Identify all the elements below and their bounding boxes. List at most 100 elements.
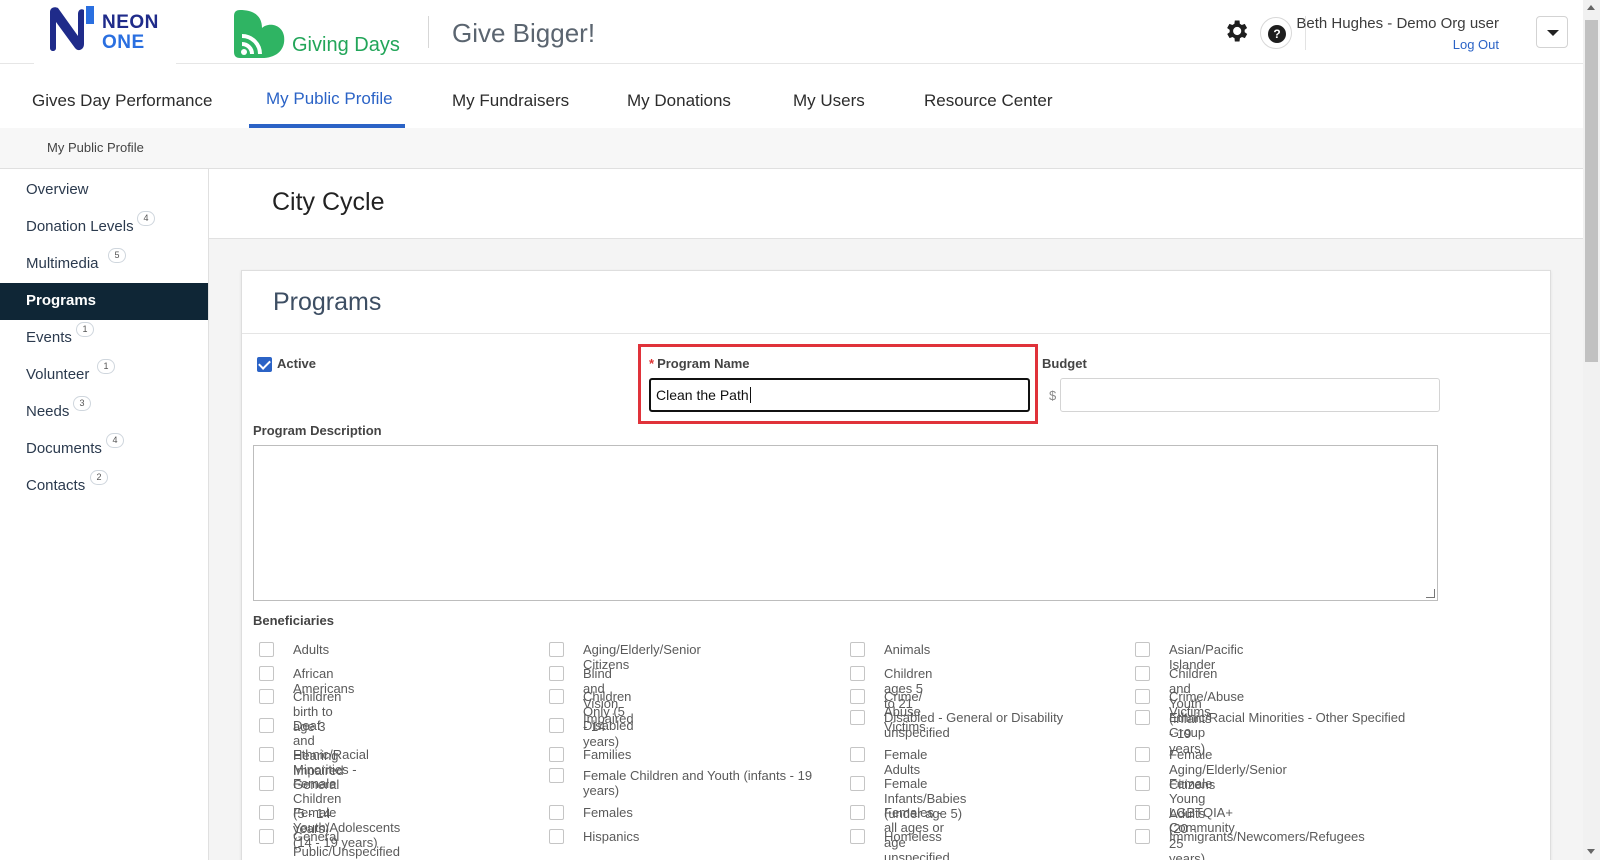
page-scrollbar[interactable] <box>1583 0 1600 860</box>
checkbox-box[interactable] <box>850 689 865 704</box>
sidebar-item-label: Documents <box>26 440 102 457</box>
checkbox-box[interactable] <box>1135 747 1150 762</box>
count-badge: 1 <box>76 322 94 337</box>
scroll-up-arrow-icon[interactable] <box>1587 5 1595 10</box>
beneficiary-label: Female Adults <box>884 747 928 777</box>
sidebar-item-events[interactable]: Events 1 <box>0 320 208 357</box>
checkbox-box[interactable] <box>549 805 564 820</box>
nav-gives-day-performance[interactable]: Gives Day Performance <box>32 91 212 111</box>
checkbox-box[interactable] <box>1135 710 1150 725</box>
logout-link[interactable]: Log Out <box>1453 37 1499 52</box>
count-badge: 1 <box>97 359 115 374</box>
checkbox-box[interactable] <box>549 689 564 704</box>
beneficiary-label: Animals <box>884 642 931 657</box>
beneficiary-label: Disabled <box>583 718 634 733</box>
top-header: NEON ONE Giving Days Give Bigger! ? Beth… <box>0 0 1583 64</box>
checkbox-box[interactable] <box>259 776 274 791</box>
active-checkbox[interactable] <box>257 357 272 372</box>
checkbox-box[interactable] <box>1135 689 1150 704</box>
beneficiary-label: Hispanics <box>583 829 640 844</box>
sidebar-item-overview[interactable]: Overview <box>0 172 208 209</box>
sidebar-item-label: Contacts <box>26 477 86 494</box>
checkbox-box[interactable] <box>1135 805 1150 820</box>
sidebar-item-contacts[interactable]: Contacts 2 <box>0 468 208 505</box>
checkbox-box[interactable] <box>850 805 865 820</box>
active-label[interactable]: Active <box>277 356 316 371</box>
checkbox-box[interactable] <box>1135 666 1150 681</box>
sidebar-item-volunteer[interactable]: Volunteer 1 <box>0 357 208 394</box>
checkbox-box[interactable] <box>850 666 865 681</box>
checkbox-box[interactable] <box>259 718 274 733</box>
count-badge: 3 <box>73 396 91 411</box>
sidebar-item-documents[interactable]: Documents 4 <box>0 431 208 468</box>
checkbox-box[interactable] <box>850 776 865 791</box>
help-button[interactable]: ? <box>1260 17 1292 49</box>
nav-my-donations[interactable]: My Donations <box>627 91 731 111</box>
nav-resource-center[interactable]: Resource Center <box>924 91 1053 111</box>
neon-one-wordmark: NEON ONE <box>102 12 159 53</box>
beneficiary-label: Ethnic/Racial Minorities - Other Specifi… <box>1169 710 1406 740</box>
resize-handle-icon[interactable] <box>1426 589 1435 598</box>
nav-my-users[interactable]: My Users <box>793 91 865 111</box>
checkbox-box[interactable] <box>259 642 274 657</box>
sidebar: Overview Donation Levels 4 Multimedia 5 … <box>0 169 209 860</box>
budget-input[interactable] <box>1060 378 1440 412</box>
breadcrumb[interactable]: My Public Profile <box>47 140 144 155</box>
giving-days-wordmark: Giving Days <box>292 34 400 56</box>
checkbox-box[interactable] <box>549 718 564 733</box>
sidebar-item-label: Programs <box>26 292 97 309</box>
checkbox-box[interactable] <box>549 829 564 844</box>
checkbox-box[interactable] <box>549 642 564 657</box>
sidebar-item-label: Overview <box>26 181 89 198</box>
beneficiary-label: Disabled - General or Disability unspeci… <box>884 710 1064 740</box>
sidebar-item-label: Events <box>26 329 72 346</box>
main-content: City Cycle Programs Active * Program Name… <box>209 169 1583 860</box>
checkbox-box[interactable] <box>1135 829 1150 844</box>
scrollbar-thumb[interactable] <box>1585 20 1598 362</box>
giving-days-logo-icon <box>234 10 285 58</box>
scroll-down-arrow-icon[interactable] <box>1587 849 1595 854</box>
programs-card-header: Programs <box>242 271 1550 334</box>
sidebar-item-label: Donation Levels <box>26 218 134 235</box>
sidebar-item-needs[interactable]: Needs 3 <box>0 394 208 431</box>
tagline: Give Bigger! <box>452 18 596 48</box>
beneficiary-label: Female Children and Youth (infants - 19 … <box>583 768 813 798</box>
count-badge: 2 <box>90 470 108 485</box>
beneficiary-label: Homeless <box>884 829 942 844</box>
program-description-label: Program Description <box>253 423 382 438</box>
neon-one-logo[interactable]: NEON ONE <box>34 2 176 64</box>
checkbox-box[interactable] <box>259 666 274 681</box>
sidebar-item-donation-levels[interactable]: Donation Levels 4 <box>0 209 208 246</box>
checkbox-box[interactable] <box>549 666 564 681</box>
nav-my-public-profile[interactable]: My Public Profile <box>266 89 393 109</box>
page-title-bar: City Cycle <box>209 169 1583 239</box>
checkbox-box[interactable] <box>259 747 274 762</box>
checkbox-box[interactable] <box>1135 642 1150 657</box>
checkbox-box[interactable] <box>259 689 274 704</box>
currency-symbol: $ <box>1049 388 1057 403</box>
user-menu-dropdown[interactable] <box>1536 16 1568 48</box>
sidebar-item-label: Volunteer <box>26 366 90 383</box>
checkbox-box[interactable] <box>549 747 564 762</box>
programs-title: Programs <box>273 288 382 316</box>
program-description-textarea[interactable] <box>253 445 1438 601</box>
checkbox-box[interactable] <box>259 805 274 820</box>
gear-icon[interactable] <box>1222 17 1250 45</box>
sidebar-item-label: Needs <box>26 403 70 420</box>
checkbox-box[interactable] <box>850 642 865 657</box>
breadcrumb-bar: My Public Profile <box>0 128 1583 169</box>
beneficiary-label: Immigrants/Newcomers/Refugees <box>1169 829 1365 844</box>
checkbox-box[interactable] <box>850 747 865 762</box>
checkbox-box[interactable] <box>1135 776 1150 791</box>
checkbox-box[interactable] <box>259 829 274 844</box>
checkbox-box[interactable] <box>850 829 865 844</box>
sidebar-item-programs[interactable]: Programs <box>0 283 208 320</box>
checkbox-box[interactable] <box>850 710 865 725</box>
sidebar-item-multimedia[interactable]: Multimedia 5 <box>0 246 208 283</box>
count-badge: 5 <box>108 248 126 263</box>
beneficiaries-label: Beneficiaries <box>253 613 334 628</box>
program-name-input[interactable]: Clean the Path <box>649 378 1030 412</box>
program-name-label: * Program Name <box>649 356 750 371</box>
checkbox-box[interactable] <box>549 768 564 783</box>
nav-my-fundraisers[interactable]: My Fundraisers <box>452 91 569 111</box>
